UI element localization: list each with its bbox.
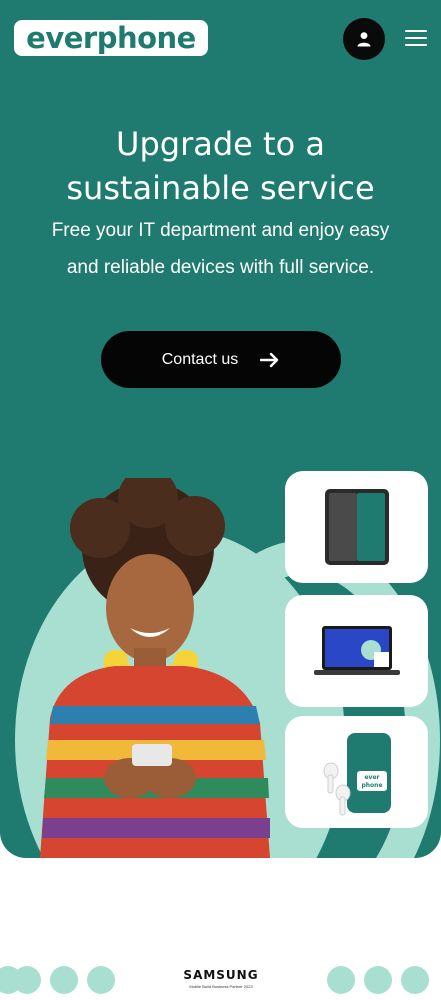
device-card-smartphone[interactable]	[285, 471, 428, 583]
logo-text: everphone	[26, 20, 196, 55]
everphone-logo[interactable]: everphone	[14, 20, 208, 56]
decorative-dot	[13, 966, 41, 994]
account-button[interactable]	[343, 18, 385, 60]
svg-text:ever: ever	[364, 774, 379, 781]
decorative-dot	[50, 966, 78, 994]
hero-title-line2: sustainable service	[66, 169, 375, 207]
smartphone-icon	[324, 489, 389, 565]
partner-brand: SAMSUNG	[183, 968, 259, 982]
contact-us-button[interactable]: Contact us	[101, 331, 341, 388]
laptop-icon	[313, 626, 400, 675]
user-icon	[357, 32, 371, 47]
decorative-dot	[401, 966, 429, 994]
svg-text:phone: phone	[361, 782, 382, 789]
decorative-dot	[327, 966, 355, 994]
hero-section: everphone Upgrade to a sustainable servi…	[0, 0, 441, 858]
arrow-right-icon	[260, 352, 279, 367]
decorative-dot	[364, 966, 392, 994]
woman-with-headphones-image	[40, 478, 270, 858]
contact-us-label: Contact us	[161, 350, 239, 368]
samsung-partner-logo: SAMSUNG Mobile Build Business Partner 20…	[170, 968, 272, 989]
device-card-accessories[interactable]: ever phone	[285, 716, 428, 828]
device-card-laptop[interactable]	[285, 595, 428, 707]
hero-subtitle-line2: and reliable devices with full service.	[66, 257, 375, 278]
hero-subtitle-line1: Free your IT department and enjoy easy	[51, 220, 390, 241]
partner-caption: Mobile Build Business Partner 2023	[189, 984, 253, 989]
decorative-dot	[87, 966, 115, 994]
hero-title-line1: Upgrade to a	[116, 125, 325, 163]
hero-subtitle: Free your IT department and enjoy easy a…	[20, 212, 421, 286]
hamburger-menu-icon[interactable]	[405, 28, 427, 48]
earbuds-and-phone-case-icon: ever phone	[323, 733, 391, 816]
hero-title: Upgrade to a sustainable service	[0, 122, 441, 210]
